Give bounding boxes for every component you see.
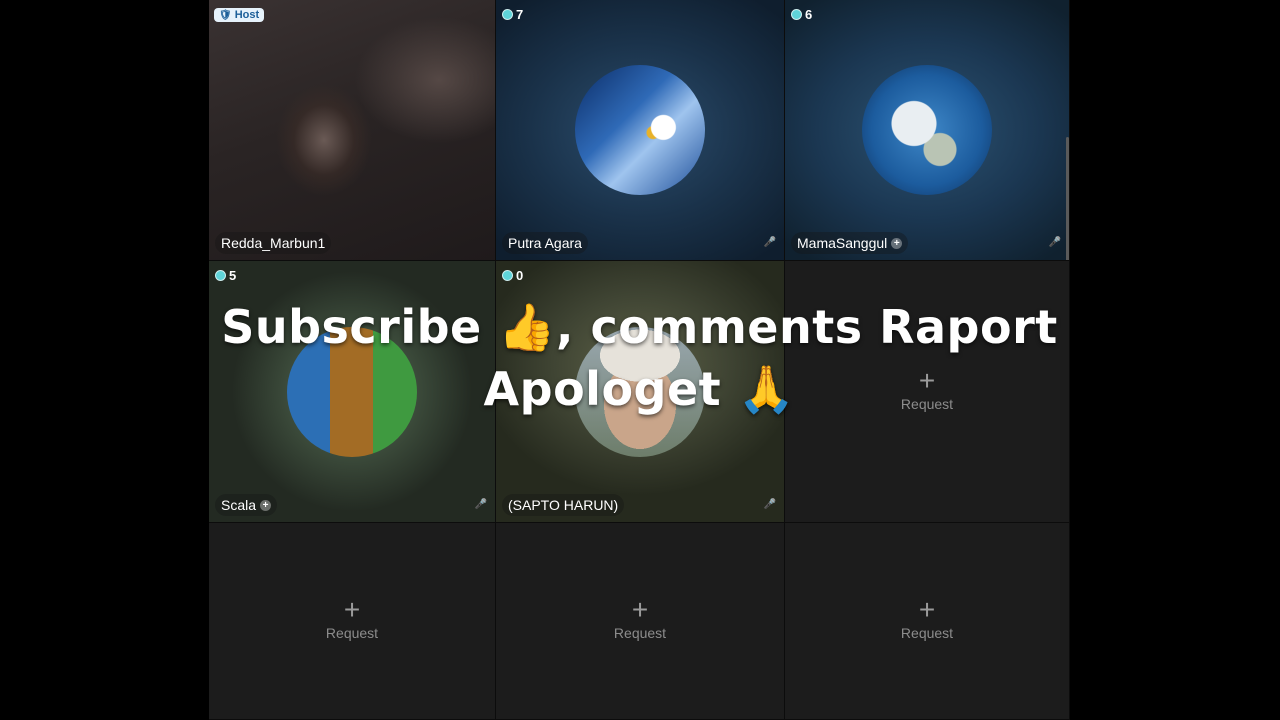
request-slot[interactable]: + Request: [785, 523, 1070, 720]
coin-icon: [502, 270, 513, 281]
guest-tile[interactable]: 7 Putra Agara 🎤: [496, 0, 785, 261]
mic-muted-icon: 🎤: [474, 499, 487, 510]
guest-tile[interactable]: 6 MamaSanggul + 🎤: [785, 0, 1070, 261]
plus-icon: +: [343, 594, 361, 625]
avatar-earth: [862, 65, 992, 195]
request-label: Request: [613, 625, 667, 641]
gift-count: 0: [502, 268, 523, 283]
host-video: [209, 0, 495, 260]
follow-plus-icon[interactable]: +: [260, 499, 272, 511]
overlay-caption-line1: Subscribe 👍, comments Raport: [221, 300, 1058, 354]
host-badge: 🛡 Host: [214, 8, 265, 22]
guest-name: MamaSanggul: [797, 235, 888, 251]
request-label: Request: [900, 625, 954, 641]
gift-count: 5: [215, 268, 236, 283]
request-slot[interactable]: + Request: [496, 523, 785, 720]
guest-name-pill: MamaSanggul +: [791, 232, 909, 254]
gift-count-value: 5: [229, 268, 237, 283]
guest-name: (SAPTO HARUN): [508, 497, 619, 513]
follow-plus-icon[interactable]: +: [891, 237, 903, 249]
guest-name-pill: Redda_Marbun1: [215, 232, 332, 254]
coin-icon: [502, 9, 513, 20]
guest-name-pill: Scala +: [215, 494, 278, 516]
scrollbar[interactable]: [1066, 137, 1069, 260]
plus-icon: +: [918, 594, 936, 625]
host-label: Host: [234, 9, 260, 21]
live-room-grid: 🛡 Host Redda_Marbun1 7 Putra Agara 🎤 6 M…: [209, 0, 1070, 720]
request-slot[interactable]: + Request: [209, 523, 496, 720]
guest-name: Scala: [221, 497, 257, 513]
shield-icon: 🛡: [219, 9, 232, 21]
request-label: Request: [325, 625, 379, 641]
guest-tile-host[interactable]: 🛡 Host Redda_Marbun1: [209, 0, 496, 261]
avatar-eagle: [575, 65, 705, 195]
coin-icon: [791, 9, 802, 20]
guest-name: Putra Agara: [508, 235, 582, 251]
gift-count: 7: [502, 7, 523, 22]
gift-count-value: 7: [516, 7, 524, 22]
gift-count-value: 0: [516, 268, 524, 283]
gift-count-value: 6: [805, 7, 813, 22]
gift-count: 6: [791, 7, 812, 22]
guest-name-pill: (SAPTO HARUN): [502, 494, 625, 516]
guest-name: Redda_Marbun1: [221, 235, 326, 251]
coin-icon: [215, 270, 226, 281]
mic-muted-icon: 🎤: [1048, 237, 1061, 248]
mic-muted-icon: 🎤: [763, 237, 776, 248]
mic-muted-icon: 🎤: [763, 499, 776, 510]
guest-name-pill: Putra Agara: [502, 232, 588, 254]
plus-icon: +: [631, 594, 649, 625]
overlay-caption-line2: Apologet 🙏: [483, 362, 796, 416]
